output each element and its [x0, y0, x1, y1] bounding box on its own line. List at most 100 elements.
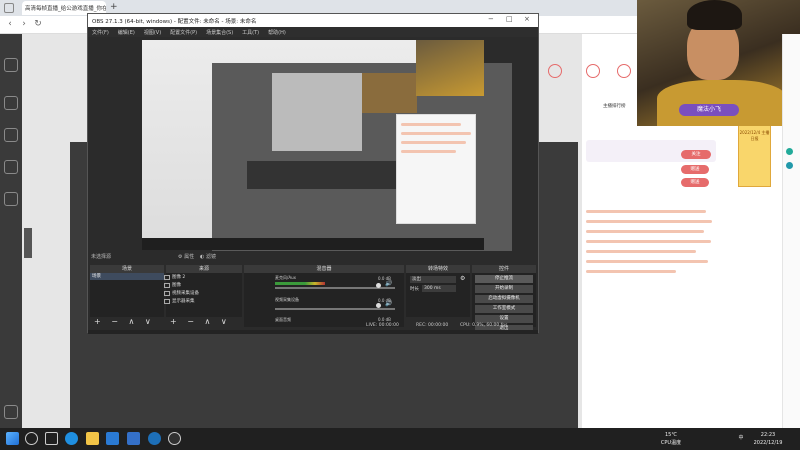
source-item-image[interactable]: 图像: [164, 282, 232, 289]
tab-title: 高清每帧直播_给公游戏直播_你在...: [25, 6, 106, 12]
scenes-list[interactable]: 场景: [90, 273, 164, 317]
category-icon[interactable]: [4, 96, 18, 110]
filters-button[interactable]: ◐ 滤镜: [200, 253, 216, 260]
transition-select[interactable]: 淡出: [410, 276, 456, 283]
webcam-hair: [687, 0, 742, 30]
edge-icon[interactable]: [65, 432, 78, 445]
live-time: LIVE: 00:00:00: [366, 323, 399, 328]
store-icon[interactable]: [106, 432, 119, 445]
obs-maximize-icon[interactable]: □: [506, 15, 513, 23]
mic-volume-knob[interactable]: [376, 283, 381, 288]
follow-icon[interactable]: [4, 192, 18, 206]
green-dot-icon[interactable]: [786, 148, 793, 155]
game-icon[interactable]: [4, 128, 18, 142]
clock-date: 2022/12/19: [753, 440, 783, 446]
menu-view[interactable]: 视图(V): [144, 29, 161, 36]
forward-icon[interactable]: ›: [18, 18, 30, 30]
menu-scene-collection[interactable]: 场景集合(S): [206, 29, 233, 36]
gift-button-1[interactable]: 赠送: [681, 165, 709, 174]
menu-help[interactable]: 帮助(H): [268, 29, 286, 36]
menu-file[interactable]: 文件(F): [92, 29, 109, 36]
mixer-dock-header: 混音器: [244, 265, 404, 273]
source-item-display[interactable]: 显示器采集: [164, 298, 232, 305]
app-icon[interactable]: [148, 432, 161, 445]
transition-settings-icon[interactable]: ⚙: [460, 275, 465, 282]
sources-dock-header: 来源: [166, 265, 242, 273]
stop-stream-button[interactable]: 停止推流: [475, 275, 533, 283]
obs-close-icon[interactable]: ×: [524, 15, 530, 23]
user-icon[interactable]: [548, 64, 562, 78]
obs-menubar: 文件(F) 编辑(E) 视图(V) 配置文件(P) 场景集合(S) 工具(T) …: [88, 27, 538, 37]
obs-minimize-icon[interactable]: −: [488, 15, 494, 23]
reload-icon[interactable]: ↻: [32, 18, 44, 30]
site-sidebar: [0, 34, 22, 428]
duration-input[interactable]: 300 ms: [422, 285, 456, 292]
gift-button-2[interactable]: 赠送: [681, 178, 709, 187]
sidebar-toggle[interactable]: [24, 228, 32, 258]
obs-window: OBS 27.1.3 (64-bit, windows) - 配置文件: 未命名…: [87, 13, 539, 334]
cpu-status: CPU: 0.9%, 60.00 fps: [460, 323, 508, 328]
statusbar: [88, 330, 538, 334]
speaker-icon[interactable]: 🔊: [385, 280, 392, 287]
menu-edit[interactable]: 编辑(E): [118, 29, 135, 36]
share-dot-icon[interactable]: [786, 162, 793, 169]
start-icon[interactable]: [6, 432, 19, 445]
message-icon[interactable]: [586, 64, 600, 78]
obs-title: OBS 27.1.3 (64-bit, windows) - 配置文件: 未命名…: [92, 18, 257, 25]
menu-tools[interactable]: 工具(T): [242, 29, 259, 36]
preview-chat-panel: [396, 114, 476, 224]
source-item-image2[interactable]: 图像 2: [164, 274, 232, 281]
announcement-text: [586, 200, 716, 288]
preview-taskbar: [142, 238, 484, 250]
transitions-dock-header: 转场特效: [406, 265, 470, 273]
webcam-badge: 魔法小飞: [679, 104, 739, 116]
mic-meter: [275, 282, 325, 285]
settings-button[interactable]: 设置: [475, 315, 533, 323]
video-volume-slider[interactable]: [275, 308, 395, 310]
clock-time[interactable]: 22:23: [750, 432, 786, 438]
no-source-label: 未选择源: [91, 254, 112, 260]
obs-preview[interactable]: [142, 40, 512, 251]
home-icon[interactable]: [4, 58, 18, 72]
webcam-overlay: 魔法小飞: [637, 0, 800, 126]
virtual-camera-button[interactable]: 启动虚拟摄像机: [475, 295, 533, 303]
duration-label: 时长: [410, 287, 419, 292]
right-scrollbar[interactable]: [782, 34, 800, 428]
video-volume-knob[interactable]: [376, 303, 381, 308]
task-view-icon[interactable]: [45, 432, 58, 445]
live-icon[interactable]: [4, 160, 18, 174]
ranking-label[interactable]: 主播排行榜: [603, 103, 637, 110]
scenes-toolbar[interactable]: + − ∧ ∨: [90, 317, 164, 327]
sources-toolbar[interactable]: + − ∧ ∨: [166, 317, 242, 327]
weather-temp[interactable]: 15℃: [660, 432, 682, 438]
desktop-db: 0.0 dB: [378, 317, 391, 322]
image-icon: [164, 283, 170, 288]
scene-item[interactable]: 场景: [90, 273, 164, 280]
scenes-dock-header: 场景: [90, 265, 164, 273]
gift-icon[interactable]: [617, 64, 631, 78]
speaker-icon-2[interactable]: 🔊: [385, 300, 392, 307]
explorer-icon[interactable]: [86, 432, 99, 445]
back-icon[interactable]: ‹: [4, 18, 16, 30]
new-tab-button[interactable]: +: [110, 2, 118, 12]
properties-button[interactable]: ⚙ 属性: [178, 253, 194, 260]
mail-icon[interactable]: [127, 432, 140, 445]
webcam-robe: [657, 80, 787, 126]
browser-menu-icon[interactable]: [4, 3, 14, 13]
weather-text: CPU温度: [660, 440, 682, 446]
source-item-video[interactable]: 视频采集设备: [164, 290, 232, 297]
ime-indicator[interactable]: 中: [735, 434, 747, 441]
nested-webcam: [362, 73, 417, 113]
start-record-button[interactable]: 开始录制: [475, 285, 533, 293]
camera-icon: [164, 291, 170, 296]
settings-icon[interactable]: [4, 405, 18, 419]
menu-profile[interactable]: 配置文件(P): [170, 29, 197, 36]
nested-capture-inner: [272, 73, 362, 151]
follow-button[interactable]: 关注: [681, 150, 711, 159]
obs-taskbar-icon[interactable]: [168, 432, 181, 445]
studio-mode-button[interactable]: 工作室模式: [475, 305, 533, 313]
daily-report-badge[interactable]: 2022/12/4 主播日报: [738, 125, 771, 187]
search-icon[interactable]: [25, 432, 38, 445]
image-icon: [164, 275, 170, 280]
monitor-icon: [164, 299, 170, 304]
